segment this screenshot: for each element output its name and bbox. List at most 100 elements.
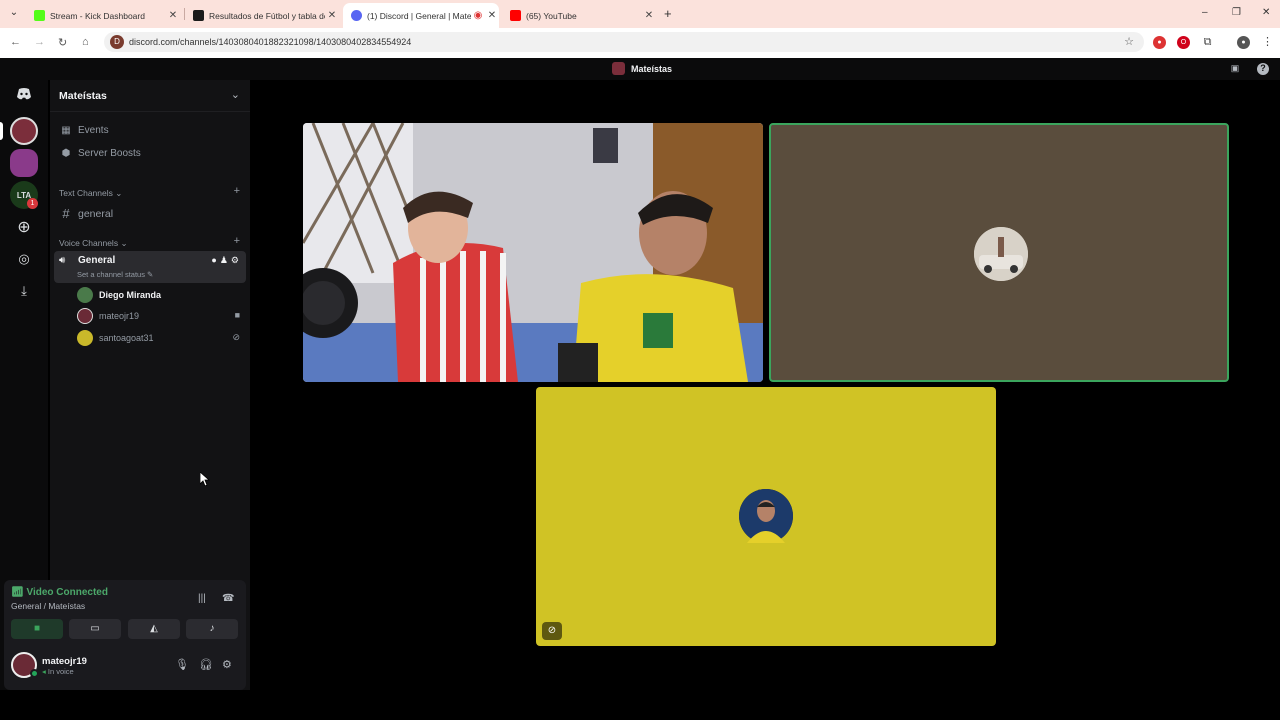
avatar — [77, 308, 93, 324]
guild-name: Mateístas — [59, 90, 107, 102]
active-server-indicator — [0, 122, 3, 140]
inbox-icon[interactable]: ▣ — [1229, 63, 1241, 75]
window-title: Mateístas — [631, 63, 673, 74]
forward-arrow-icon[interactable]: → — [34, 36, 45, 48]
add-server-icon[interactable]: ⊕ — [10, 213, 38, 241]
avatar — [77, 287, 93, 303]
voice-channel-general[interactable]: 🔊︎ General Set a channel status ✎ ●♟⚙ — [54, 251, 246, 283]
boost-icon: ⬢ — [61, 148, 71, 159]
hash-icon: # — [62, 206, 70, 221]
opera-extension-icon[interactable]: O — [1177, 36, 1190, 49]
home-icon[interactable]: ⌂ — [82, 36, 89, 48]
discord-title-bar: Mateístas ▣ ? — [0, 58, 1280, 80]
server-mateistas-icon[interactable] — [10, 117, 38, 145]
user-status: ◂ In voice — [42, 667, 74, 676]
sidebar-item-events[interactable]: ▦ Events — [59, 125, 108, 136]
voice-member[interactable]: mateojr19 — [77, 308, 139, 324]
mouse-cursor-icon — [200, 472, 210, 486]
video-tile-camera[interactable] — [303, 123, 763, 382]
voice-connection-panel: 📶︎ Video Connected General / Mateístas |… — [4, 580, 246, 690]
browser-menu-icon[interactable]: ⋮ — [1261, 36, 1274, 49]
maximize-button[interactable]: ❐ — [1232, 7, 1241, 18]
invite-icon[interactable]: ♟ — [220, 255, 231, 265]
category-text-channels[interactable]: Text Channels ⌄ — [59, 188, 122, 199]
close-tab-icon[interactable]: ✕ — [166, 10, 180, 21]
download-icon[interactable]: ⤓ — [10, 277, 38, 305]
settings-gear-icon[interactable]: ⚙ — [231, 255, 242, 265]
sidebar-item-server-boosts[interactable]: ⬢ Server Boosts — [59, 148, 141, 159]
chat-icon[interactable]: ● — [211, 255, 219, 265]
recording-indicator-icon: ◉ — [473, 10, 483, 21]
voice-member[interactable]: Diego Miranda — [77, 287, 161, 303]
avatar — [77, 330, 93, 346]
guild-header[interactable]: Mateístas ⌄ — [50, 80, 250, 112]
add-channel-icon[interactable]: + — [234, 185, 240, 197]
activities-button[interactable]: ◭ — [128, 619, 180, 639]
channel-status-placeholder[interactable]: Set a channel status ✎ — [77, 270, 153, 279]
new-tab-button[interactable]: + — [664, 6, 672, 21]
video-stage: ⊘ — [250, 80, 1280, 720]
voice-icon: ◂ — [42, 667, 46, 676]
camera-toggle-button[interactable]: ■ — [11, 619, 63, 639]
gamepad-icon: ◭ — [150, 623, 158, 634]
profile-avatar-icon[interactable]: ● — [1237, 36, 1250, 49]
connection-location[interactable]: General / Mateístas — [11, 601, 85, 611]
browser-tab-bar: ⌄ Stream - Kick Dashboard ✕ Resultados d… — [0, 0, 1280, 28]
browser-tab-youtube[interactable]: (65) YouTube ✕ — [502, 3, 656, 28]
video-tile-muted[interactable]: ⊘ — [536, 387, 996, 646]
signal-icon: 📶︎ — [11, 587, 24, 598]
address-bar[interactable]: D discord.com/channels/14030804018823210… — [104, 32, 1144, 52]
extension-icon[interactable]: ● — [1153, 36, 1166, 49]
server-icon — [612, 62, 625, 75]
close-tab-icon[interactable]: ✕ — [485, 10, 499, 21]
server-2-icon[interactable] — [10, 149, 38, 177]
notification-badge: 1 — [27, 198, 38, 209]
soundboard-icon: ♪ — [209, 623, 215, 634]
avatar — [739, 489, 793, 543]
add-channel-icon[interactable]: + — [234, 235, 240, 247]
headphones-icon[interactable]: 🎧︎ — [199, 658, 213, 671]
site-favicon-icon — [193, 10, 204, 21]
minimize-button[interactable]: – — [1202, 7, 1208, 18]
discord-favicon-icon — [351, 10, 362, 21]
online-status-dot — [30, 669, 39, 678]
camera-icon: ■ — [33, 623, 41, 634]
voice-channel-actions: ●♟⚙ — [211, 255, 242, 266]
extensions-puzzle-icon[interactable]: ⧉ — [1201, 36, 1214, 49]
mic-muted-icon: ⊘ — [232, 332, 240, 342]
browser-tab-discord[interactable]: (1) Discord | General | Mate ◉ ✕ — [343, 3, 499, 28]
camera-icon: ■ — [234, 310, 240, 320]
site-info-icon[interactable]: D — [110, 35, 124, 49]
disconnect-icon[interactable]: ☎ — [222, 593, 234, 604]
noise-suppression-icon[interactable]: ||| — [198, 593, 206, 604]
discover-icon[interactable]: ◎ — [10, 245, 38, 273]
voice-member[interactable]: santoagoat31 — [77, 330, 154, 346]
user-name: mateojr19 — [42, 656, 87, 667]
close-window-button[interactable]: ✕ — [1262, 7, 1270, 18]
connection-status: 📶︎ Video Connected — [11, 587, 108, 598]
user-settings-gear-icon[interactable]: ⚙ — [222, 658, 232, 671]
bookmark-star-icon[interactable]: ☆ — [1124, 35, 1134, 48]
tab-search-chevron-icon[interactable]: ⌄ — [6, 7, 22, 21]
channel-general-text[interactable]: # general — [59, 206, 113, 221]
discord-home-icon[interactable] — [10, 80, 38, 108]
close-tab-icon[interactable]: ✕ — [642, 10, 656, 21]
url-text: discord.com/channels/1403080401882321098… — [129, 37, 412, 47]
category-voice-channels[interactable]: Voice Channels ⌄ — [59, 238, 128, 249]
mic-muted-icon: ⊘ — [542, 622, 562, 640]
back-arrow-icon[interactable]: ← — [10, 36, 21, 48]
calendar-icon: ▦ — [61, 125, 71, 136]
kick-favicon-icon — [34, 10, 45, 21]
reload-icon[interactable]: ↻ — [58, 36, 67, 49]
microphone-icon[interactable]: 🎙︎ — [175, 658, 189, 671]
browser-tab-kick[interactable]: Stream - Kick Dashboard ✕ — [26, 3, 180, 28]
youtube-favicon-icon — [510, 10, 521, 21]
help-icon[interactable]: ? — [1257, 63, 1269, 75]
soundboard-button[interactable]: ♪ — [186, 619, 238, 639]
screen-share-button[interactable]: ▭ — [69, 619, 121, 639]
video-tile-speaking[interactable] — [769, 123, 1229, 382]
browser-tab-resultados[interactable]: Resultados de Fútbol y tabla de ✕ — [185, 3, 339, 28]
chevron-down-icon: ⌄ — [230, 89, 240, 101]
camera-feed-image — [303, 123, 763, 382]
close-tab-icon[interactable]: ✕ — [325, 10, 339, 21]
